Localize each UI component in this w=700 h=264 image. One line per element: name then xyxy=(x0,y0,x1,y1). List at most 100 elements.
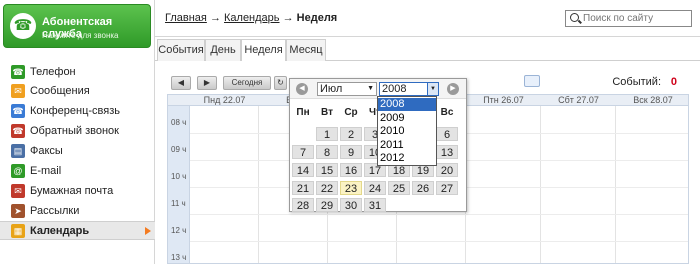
day-header-sun: Вск 28.07 xyxy=(633,95,673,105)
sidebar-item[interactable]: ▦ Календарь xyxy=(0,221,155,240)
breadcrumb-calendar-link[interactable]: Календарь xyxy=(224,12,280,24)
tab-month[interactable]: Месяц xyxy=(286,39,326,61)
tab-day[interactable]: День xyxy=(205,39,241,61)
calendar-icon: ▦ xyxy=(11,224,25,238)
day-cell[interactable]: 20 xyxy=(436,163,458,177)
events-label: Событий: xyxy=(612,76,661,88)
year-option[interactable]: 2009 xyxy=(378,112,436,125)
service-subtitle: Нажмите для звонка xyxy=(42,31,119,40)
weekday-label: Вт xyxy=(321,107,333,118)
search-box xyxy=(565,10,692,27)
sidebar-item[interactable]: ☎ Телефон xyxy=(0,63,155,82)
day-cell[interactable]: 29 xyxy=(316,198,338,212)
year-option[interactable]: 2011 xyxy=(378,139,436,152)
day-cell[interactable]: 14 xyxy=(292,163,314,177)
tab-week[interactable]: Неделя xyxy=(241,39,286,62)
hour-label: 10 ч xyxy=(171,172,187,181)
day-cell[interactable]: 15 xyxy=(316,163,338,177)
breadcrumb-current: Неделя xyxy=(296,12,338,24)
hour-divider xyxy=(190,214,688,215)
chevron-down-icon[interactable]: ▼ xyxy=(427,83,438,95)
prev-month-icon[interactable]: ◀ xyxy=(296,83,308,95)
sidebar-item-label: Конференц-связь xyxy=(30,105,120,117)
sms-icon: ✉ xyxy=(11,84,25,98)
next-week-button[interactable]: ▶ xyxy=(197,76,217,90)
breadcrumb-home-link[interactable]: Главная xyxy=(165,12,207,24)
mailing-icon: ➤ xyxy=(11,204,25,218)
subscriber-service-button[interactable]: ☎ Абонентская служба Нажмите для звонка xyxy=(3,4,151,48)
year-select-value: 2008 xyxy=(382,83,407,95)
hour-label: 08 ч xyxy=(171,118,187,127)
day-header-fri: Птн 26.07 xyxy=(483,95,524,105)
year-option[interactable]: 2010 xyxy=(378,125,436,138)
sidebar-item-label: Обратный звонок xyxy=(30,125,119,137)
day-cell[interactable]: 30 xyxy=(340,198,362,212)
sidebar-item[interactable]: @ E-mail xyxy=(0,162,155,181)
breadcrumb-separator: → xyxy=(209,12,221,24)
day-cell[interactable]: 2 xyxy=(340,127,362,141)
sidebar-item[interactable]: ➤ Рассылки xyxy=(0,202,155,221)
year-option[interactable]: 2008 xyxy=(378,98,436,111)
year-select[interactable]: 2008 ▼ xyxy=(379,82,439,96)
sidebar-item[interactable]: ☎ Конференц-связь xyxy=(0,102,155,121)
day-cell[interactable]: 25 xyxy=(388,181,410,195)
search-icon[interactable] xyxy=(570,13,579,22)
day-cell[interactable]: 13 xyxy=(436,145,458,159)
day-header-sat: Сбт 27.07 xyxy=(558,95,599,105)
year-dropdown-list: 2008 2009 2010 2011 2012 xyxy=(377,96,437,166)
hour-divider xyxy=(190,241,688,242)
sidebar-item-label: Бумажная почта xyxy=(30,185,114,197)
fax-icon: ▤ xyxy=(11,144,25,158)
breadcrumb-separator: → xyxy=(282,12,294,24)
sidebar-item-label: Рассылки xyxy=(30,205,80,217)
day-cell[interactable]: 8 xyxy=(316,145,338,159)
phone-icon: ☎ xyxy=(11,65,25,79)
day-cell[interactable]: 7 xyxy=(292,145,314,159)
day-header-mon: Пнд 22.07 xyxy=(203,95,246,105)
day-cell[interactable]: 31 xyxy=(364,198,386,212)
hour-label: 12 ч xyxy=(171,226,187,235)
phone-icon: ☎ xyxy=(10,13,36,39)
day-cell[interactable]: 27 xyxy=(436,181,458,195)
day-cell[interactable]: 26 xyxy=(412,181,434,195)
conference-icon: ☎ xyxy=(11,104,25,118)
chevron-down-icon: ▼ xyxy=(367,85,374,92)
year-option[interactable]: 2012 xyxy=(378,152,436,165)
search-input[interactable] xyxy=(581,11,689,26)
hour-label: 09 ч xyxy=(171,145,187,154)
time-column: 08 ч 09 ч 10 ч 11 ч 12 ч 13 ч xyxy=(168,106,190,263)
sidebar: ☎ Абонентская служба Нажмите для звонка … xyxy=(0,0,155,264)
breadcrumb: Главная → Календарь → Неделя xyxy=(165,12,337,24)
month-select-value: Июл xyxy=(320,83,343,95)
day-cell[interactable]: 21 xyxy=(292,181,314,195)
refresh-icon[interactable]: ↻ xyxy=(274,76,287,90)
sidebar-item[interactable]: ✉ Бумажная почта xyxy=(0,182,155,201)
tab-events[interactable]: События xyxy=(157,39,205,61)
sidebar-item[interactable]: ☎ Обратный звонок xyxy=(0,122,155,141)
sidebar-item-label: Календарь xyxy=(30,225,90,237)
tab-bar: События День Неделя Месяц xyxy=(155,37,700,62)
email-icon: @ xyxy=(11,164,25,178)
day-cell[interactable]: 16 xyxy=(340,163,362,177)
day-cell[interactable]: 6 xyxy=(436,127,458,141)
sidebar-item[interactable]: ✉ Сообщения xyxy=(0,82,155,101)
hour-label: 11 ч xyxy=(171,199,186,208)
next-month-icon[interactable]: ▶ xyxy=(447,83,459,95)
hour-label: 13 ч xyxy=(171,253,187,262)
prev-week-button[interactable]: ◀ xyxy=(171,76,191,90)
day-cell[interactable]: 28 xyxy=(292,198,314,212)
day-cell[interactable]: 22 xyxy=(316,181,338,195)
weekday-label: Пн xyxy=(296,107,310,118)
sidebar-item[interactable]: ▤ Факсы xyxy=(0,142,155,161)
events-count: 0 xyxy=(670,76,677,88)
month-select[interactable]: Июл ▼ xyxy=(317,82,377,96)
weekday-label: Ср xyxy=(344,107,358,118)
day-cell[interactable]: 1 xyxy=(316,127,338,141)
day-cell[interactable]: 9 xyxy=(340,145,362,159)
day-cell[interactable]: 24 xyxy=(364,181,386,195)
day-cell[interactable]: 23 xyxy=(340,181,362,195)
sidebar-item-label: Телефон xyxy=(30,66,76,78)
mini-calendar-icon[interactable] xyxy=(524,75,540,87)
sidebar-item-label: Факсы xyxy=(30,145,63,157)
today-button[interactable]: Сегодня xyxy=(223,76,271,90)
